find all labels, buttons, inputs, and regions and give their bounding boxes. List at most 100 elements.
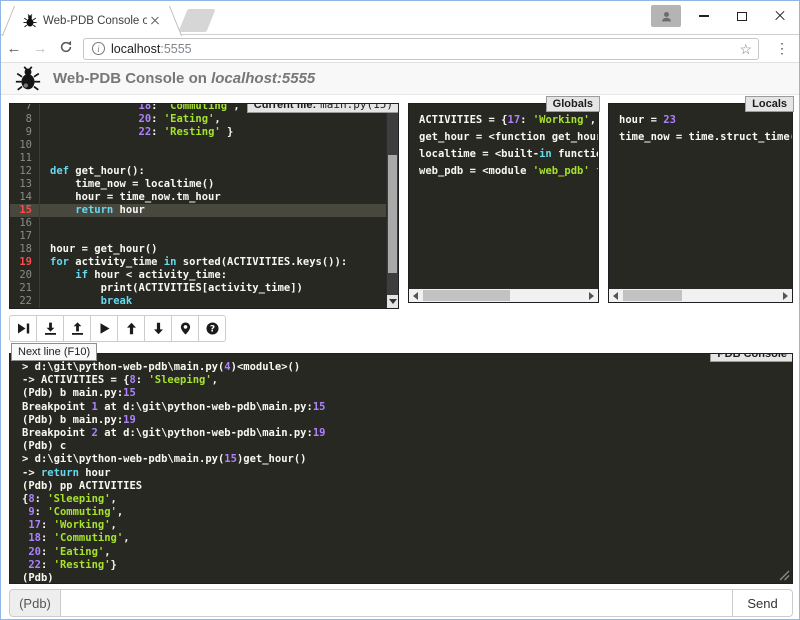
console-line: (Pdb) b main.py:15 bbox=[22, 387, 792, 400]
console-line: 20: 'Eating', bbox=[22, 546, 792, 559]
global-variable-line: web_pdb = <module 'web_pdb' from ' bbox=[419, 163, 598, 180]
code-line: 17 bbox=[10, 230, 386, 243]
code-line: 22 break bbox=[10, 295, 386, 308]
new-tab-button[interactable] bbox=[178, 9, 215, 32]
pdb-command-input[interactable] bbox=[61, 589, 733, 617]
line-text: hour = 23 bbox=[619, 112, 676, 129]
console-line: (Pdb) c bbox=[22, 440, 792, 453]
code-line: 20 if hour < activity_time: bbox=[10, 269, 386, 282]
url-text: localhost:5555 bbox=[111, 42, 192, 56]
stack-up-button[interactable] bbox=[117, 315, 145, 342]
step-into-button[interactable] bbox=[36, 315, 64, 342]
line-text: (Pdb) b main.py:15 bbox=[22, 387, 136, 400]
line-number: 7 bbox=[10, 104, 40, 113]
line-text: -> return hour bbox=[22, 467, 111, 480]
locals-horizontal-scrollbar[interactable] bbox=[609, 289, 792, 302]
url-input[interactable]: i localhost:5555 ☆ bbox=[83, 38, 759, 60]
console-line: Breakpoint 2 at d:\git\python-web-pdb\ma… bbox=[22, 427, 792, 440]
line-text: {8: 'Sleeping', bbox=[22, 493, 117, 506]
step-out-icon bbox=[71, 322, 84, 335]
line-number: 16 bbox=[10, 217, 40, 230]
resize-grip-icon[interactable] bbox=[779, 570, 790, 581]
console-line: (Pdb) b main.py:19 bbox=[22, 414, 792, 427]
code-line: 15 return hour bbox=[10, 204, 386, 217]
arrow-up-icon bbox=[125, 322, 138, 335]
forward-button[interactable]: → bbox=[27, 40, 53, 57]
scroll-left-arrow[interactable] bbox=[409, 289, 422, 302]
line-text: hour = time_now.tm_hour bbox=[40, 191, 221, 204]
globals-horizontal-scrollbar[interactable] bbox=[409, 289, 598, 302]
close-button[interactable] bbox=[761, 1, 799, 31]
line-number: 22 bbox=[10, 295, 40, 308]
scroll-right-arrow[interactable] bbox=[779, 289, 792, 302]
close-icon bbox=[774, 10, 786, 22]
line-number-breakpoint: 15 bbox=[10, 204, 40, 217]
where-button[interactable] bbox=[171, 315, 199, 342]
reload-button[interactable] bbox=[53, 40, 79, 58]
code-line: 13 time_now = localtime() bbox=[10, 178, 386, 191]
line-text: 22: 'Resting'} bbox=[22, 559, 117, 572]
scrollbar-thumb[interactable] bbox=[423, 290, 510, 301]
line-text: 20: 'Eating', bbox=[22, 546, 111, 559]
console-line: -> return hour bbox=[22, 467, 792, 480]
line-number: 12 bbox=[10, 165, 40, 178]
tab-close-icon[interactable] bbox=[147, 13, 163, 29]
minimize-button[interactable] bbox=[685, 1, 723, 31]
map-marker-icon bbox=[179, 322, 192, 335]
line-number-breakpoint: 19 bbox=[10, 256, 40, 269]
scroll-right-arrow[interactable] bbox=[585, 289, 598, 302]
code-line: 8 20: 'Eating', bbox=[10, 113, 386, 126]
console-line: (Pdb) pp ACTIVITIES bbox=[22, 480, 792, 493]
maximize-button[interactable] bbox=[723, 1, 761, 31]
step-into-icon bbox=[44, 322, 57, 335]
console-line: -> ACTIVITIES = {8: 'Sleeping', bbox=[22, 374, 792, 387]
line-text: get_hour = <function get_hour at 0 bbox=[419, 129, 598, 146]
line-text: Breakpoint 1 at d:\git\python-web-pdb\ma… bbox=[22, 401, 325, 414]
browser-window: Web-PDB Console on loc ← → i localhost:5… bbox=[0, 0, 800, 620]
next-line-button[interactable] bbox=[9, 315, 37, 342]
line-text: 17: 'Working', bbox=[22, 519, 117, 532]
browser-tab[interactable]: Web-PDB Console on loc bbox=[17, 6, 167, 35]
globals-badge: Globals bbox=[546, 96, 600, 112]
command-bar: (Pdb) Send bbox=[9, 589, 793, 617]
console-line: 22: 'Resting'} bbox=[22, 559, 792, 572]
line-text bbox=[40, 152, 50, 165]
source-code: 7 18: 'Commuting',8 20: 'Eating',9 22: '… bbox=[10, 104, 386, 308]
left-triangle-icon bbox=[613, 292, 618, 300]
bookmark-star-icon[interactable]: ☆ bbox=[739, 41, 752, 58]
global-variable-line: get_hour = <function get_hour at 0 bbox=[419, 129, 598, 146]
scrollbar-thumb[interactable] bbox=[623, 290, 682, 301]
site-info-icon[interactable]: i bbox=[92, 42, 105, 55]
pdb-prompt-label: (Pdb) bbox=[9, 589, 61, 617]
continue-button[interactable] bbox=[90, 315, 118, 342]
code-line: 18hour = get_hour() bbox=[10, 243, 386, 256]
page-title: Web-PDB Console on localhost:5555 bbox=[53, 70, 315, 87]
arrow-down-icon bbox=[152, 322, 165, 335]
line-text: 18: 'Commuting', bbox=[22, 532, 130, 545]
line-text: 20: 'Eating', bbox=[40, 113, 221, 126]
global-variable-line: ACTIVITIES = {17: 'Working', 18: ' bbox=[419, 112, 598, 129]
browser-menu-icon[interactable]: ⋮ bbox=[769, 40, 795, 57]
code-vertical-scrollbar[interactable] bbox=[386, 104, 398, 308]
send-button[interactable]: Send bbox=[733, 589, 793, 617]
code-line: 12def get_hour(): bbox=[10, 165, 386, 178]
help-button[interactable]: ? bbox=[198, 315, 226, 342]
console-line: > d:\git\python-web-pdb\main.py(15)get_h… bbox=[22, 453, 792, 466]
local-variable-line: time_now = time.struct_time(tm_yea bbox=[619, 129, 792, 146]
scroll-left-arrow[interactable] bbox=[609, 289, 622, 302]
code-line: 16 bbox=[10, 217, 386, 230]
scroll-down-arrow[interactable] bbox=[387, 295, 398, 308]
line-number: 18 bbox=[10, 243, 40, 256]
stack-down-button[interactable] bbox=[144, 315, 172, 342]
tooltip: Next line (F10) bbox=[11, 343, 97, 361]
line-text: return hour bbox=[40, 204, 145, 217]
back-button[interactable]: ← bbox=[1, 40, 27, 57]
line-text: (Pdb) pp ACTIVITIES bbox=[22, 480, 142, 493]
return-button[interactable] bbox=[63, 315, 91, 342]
profile-button[interactable] bbox=[651, 5, 681, 27]
line-number: 11 bbox=[10, 152, 40, 165]
locals-panel: Locals hour = 23time_now = time.struct_t… bbox=[608, 103, 793, 303]
line-text: Breakpoint 2 at d:\git\python-web-pdb\ma… bbox=[22, 427, 325, 440]
scrollbar-thumb[interactable] bbox=[388, 155, 397, 273]
line-number: 17 bbox=[10, 230, 40, 243]
